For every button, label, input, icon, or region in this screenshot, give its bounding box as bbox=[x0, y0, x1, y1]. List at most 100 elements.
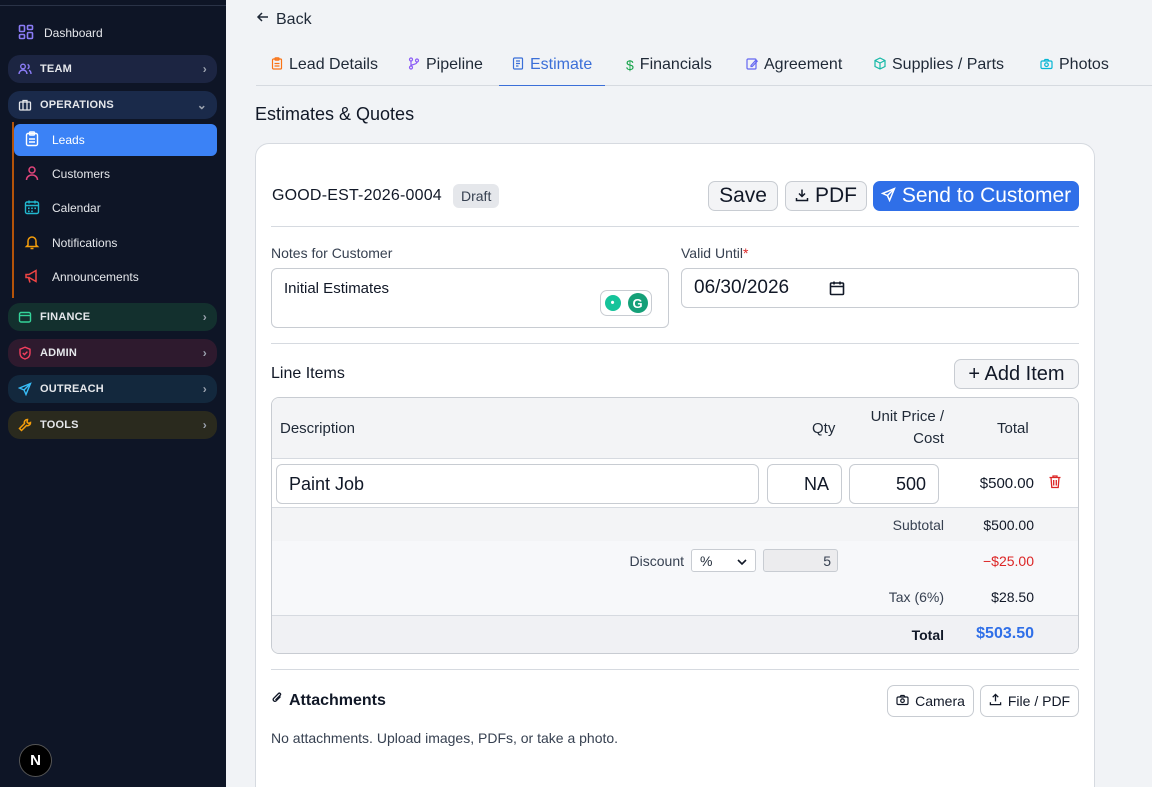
sidebar-item-label: Calendar bbox=[52, 201, 101, 215]
grammarly-widget[interactable]: • G bbox=[600, 290, 652, 316]
valid-until-label-text: Valid Until bbox=[681, 245, 743, 261]
description-input[interactable]: Paint Job bbox=[276, 464, 759, 504]
chevron-down-icon: ⌄ bbox=[196, 98, 207, 112]
sidebar-group-finance[interactable]: FINANCE › bbox=[8, 303, 217, 331]
discount-amount-value: 5 bbox=[823, 552, 831, 569]
sidebar-item-notifications[interactable]: Notifications bbox=[14, 227, 217, 259]
total-value: $503.50 bbox=[976, 625, 1034, 642]
notes-textarea[interactable]: Initial Estimates • G bbox=[271, 268, 669, 328]
tab-bar: Lead Details Pipeline Estimate $ Financi… bbox=[256, 44, 1152, 86]
sidebar-item-label: Announcements bbox=[52, 270, 139, 284]
tab-photos[interactable]: Photos bbox=[1027, 44, 1122, 86]
subtotal-row: Subtotal $500.00 bbox=[272, 507, 1078, 541]
total-row: Total $503.50 bbox=[272, 615, 1078, 653]
clipboard-icon bbox=[271, 57, 283, 73]
tab-financials[interactable]: $ Financials bbox=[613, 44, 725, 86]
tax-label: Tax (6%) bbox=[888, 589, 944, 605]
qty-input[interactable]: NA bbox=[767, 464, 842, 504]
sidebar-item-leads[interactable]: Leads bbox=[14, 124, 217, 156]
calendar-icon[interactable] bbox=[829, 280, 845, 302]
add-item-button[interactable]: + Add Item bbox=[954, 359, 1079, 389]
briefcase-icon bbox=[18, 98, 32, 112]
bell-icon bbox=[24, 234, 40, 253]
camera-button[interactable]: Camera bbox=[887, 685, 974, 717]
sidebar-group-label: TOOLS bbox=[40, 419, 79, 431]
app-logo[interactable]: N bbox=[19, 744, 52, 777]
discount-row: Discount % 5 −$25.00 bbox=[272, 541, 1078, 579]
sidebar-group-label: OPERATIONS bbox=[40, 99, 114, 111]
sidebar-item-announcements[interactable]: Announcements bbox=[14, 261, 217, 293]
sidebar-group-team[interactable]: TEAM › bbox=[8, 55, 217, 83]
send-icon bbox=[18, 382, 32, 396]
valid-until-label: Valid Until* bbox=[681, 245, 748, 261]
lightbulb-icon: • bbox=[604, 295, 621, 311]
edit-icon bbox=[746, 57, 759, 73]
tab-pipeline[interactable]: Pipeline bbox=[395, 44, 496, 86]
file-pdf-button[interactable]: File / PDF bbox=[980, 685, 1079, 717]
estimate-number: GOOD-EST-2026-0004 bbox=[272, 187, 442, 204]
camera-icon bbox=[896, 693, 909, 709]
add-item-label: + Add Item bbox=[968, 362, 1065, 385]
unit-price-input[interactable]: 500 bbox=[849, 464, 939, 504]
discount-value: −$25.00 bbox=[983, 553, 1034, 569]
date-value: 06/30/2026 bbox=[694, 277, 790, 298]
tab-label: Supplies / Parts bbox=[892, 56, 1005, 73]
sidebar-group-admin[interactable]: ADMIN › bbox=[8, 339, 217, 367]
tab-label: Estimate bbox=[530, 55, 593, 73]
send-icon bbox=[880, 184, 896, 208]
required-mark: * bbox=[743, 245, 749, 261]
save-button[interactable]: Save bbox=[708, 181, 778, 211]
sidebar-group-operations[interactable]: OPERATIONS ⌄ bbox=[8, 91, 217, 119]
trash-icon[interactable] bbox=[1048, 474, 1062, 494]
sidebar-item-label: Notifications bbox=[52, 236, 118, 250]
sidebar-item-customers[interactable]: Customers bbox=[14, 158, 217, 190]
sidebar-divider bbox=[0, 5, 226, 6]
sidebar-item-calendar[interactable]: Calendar bbox=[14, 192, 217, 224]
attachments-empty-note: No attachments. Upload images, PDFs, or … bbox=[271, 730, 619, 746]
wrench-icon bbox=[18, 418, 32, 432]
pdf-button[interactable]: PDF bbox=[785, 181, 867, 211]
sidebar-group-label: FINANCE bbox=[40, 311, 91, 323]
sidebar-group-label: TEAM bbox=[40, 63, 72, 75]
main-content: Back Lead Details Pipeline Estimate $ Fi… bbox=[226, 0, 1152, 787]
tab-label: Pipeline bbox=[426, 56, 483, 73]
tab-label: Lead Details bbox=[289, 56, 378, 73]
row-total: $500.00 bbox=[979, 475, 1034, 492]
table-header: Description Qty Unit Price / Cost Total bbox=[272, 398, 1078, 459]
notes-value: Initial Estimates bbox=[284, 280, 390, 297]
sidebar-group-label: OUTREACH bbox=[40, 383, 104, 395]
unit-price-value: 500 bbox=[895, 473, 926, 494]
box-icon bbox=[874, 57, 886, 73]
discount-amount-input[interactable]: 5 bbox=[763, 549, 838, 572]
receipt-icon bbox=[512, 56, 524, 73]
tab-supplies-parts[interactable]: Supplies / Parts bbox=[861, 44, 1017, 86]
divider bbox=[271, 343, 1079, 344]
divider bbox=[271, 669, 1079, 670]
sidebar-item-dashboard[interactable]: Dashboard bbox=[18, 24, 103, 42]
tab-agreement[interactable]: Agreement bbox=[733, 44, 855, 86]
col-qty: Qty bbox=[812, 420, 836, 437]
sidebar-item-label: Leads bbox=[52, 133, 85, 147]
sidebar-group-tools[interactable]: TOOLS › bbox=[8, 411, 217, 439]
discount-type-select[interactable]: % bbox=[691, 549, 756, 572]
chevron-right-icon: › bbox=[202, 418, 207, 432]
description-value: Paint Job bbox=[289, 473, 365, 494]
users-icon bbox=[18, 62, 32, 76]
notes-label: Notes for Customer bbox=[271, 245, 393, 261]
sidebar-item-label: Dashboard bbox=[44, 26, 103, 40]
grid-icon bbox=[18, 24, 34, 43]
chevron-right-icon: › bbox=[202, 310, 207, 324]
line-items-title: Line Items bbox=[271, 365, 345, 382]
attachments-title: Attachments bbox=[271, 691, 386, 710]
tab-lead-details[interactable]: Lead Details bbox=[258, 44, 391, 86]
tab-estimate[interactable]: Estimate bbox=[499, 44, 606, 86]
sidebar-group-outreach[interactable]: OUTREACH › bbox=[8, 375, 217, 403]
send-to-customer-button[interactable]: Send to Customer bbox=[873, 181, 1079, 211]
back-link[interactable]: Back bbox=[256, 10, 312, 29]
pdf-button-label: PDF bbox=[815, 184, 857, 207]
col-unit-price-line1: Unit Price / bbox=[870, 408, 944, 425]
col-description: Description bbox=[280, 420, 356, 437]
valid-until-date-input[interactable]: 06/30/2026 bbox=[681, 268, 1079, 308]
chevron-right-icon: › bbox=[202, 346, 207, 360]
qty-value: NA bbox=[803, 473, 829, 494]
